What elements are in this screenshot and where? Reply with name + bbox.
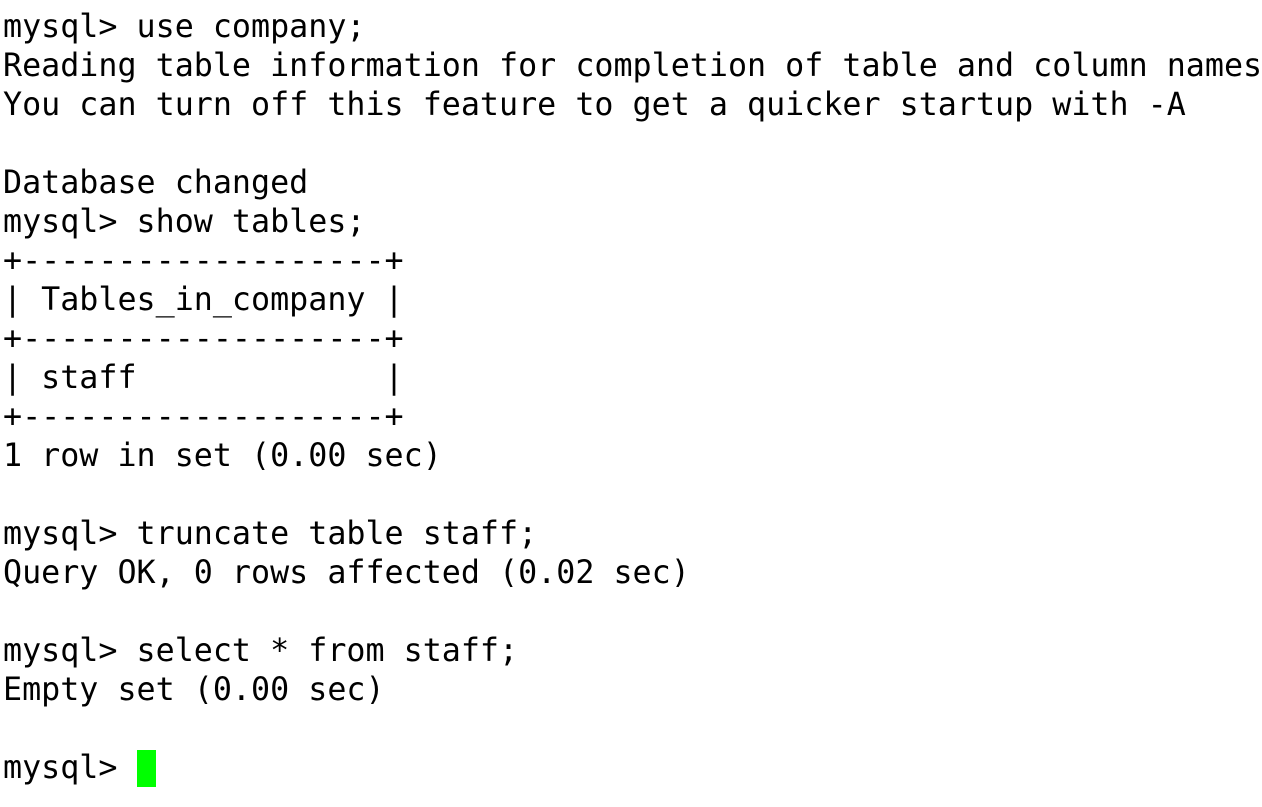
active-prompt-line[interactable]: mysql> — [3, 749, 1262, 788]
command-line: mysql> select * from staff; — [3, 633, 519, 669]
output-line: 1 row in set (0.00 sec) — [3, 438, 442, 474]
command-line: mysql> show tables; — [3, 204, 366, 240]
command-line: mysql> truncate table staff; — [3, 516, 538, 552]
table-border-line: +-------------------+ — [3, 321, 404, 357]
output-line: Database changed — [3, 165, 309, 201]
output-line: Reading table information for completion… — [3, 48, 1262, 84]
prompt-text: mysql> — [3, 750, 137, 786]
table-header-line: | Tables_in_company | — [3, 282, 404, 318]
text-cursor — [136, 750, 156, 787]
output-line: Query OK, 0 rows affected (0.02 sec) — [3, 555, 690, 591]
table-border-line: +-------------------+ — [3, 243, 404, 279]
output-line: Empty set (0.00 sec) — [3, 672, 385, 708]
table-border-line: +-------------------+ — [3, 399, 404, 435]
output-line: You can turn off this feature to get a q… — [3, 87, 1186, 123]
terminal-output[interactable]: mysql> use company; Reading table inform… — [3, 8, 1262, 788]
table-row-line: | staff | — [3, 360, 404, 396]
command-line: mysql> use company; — [3, 9, 366, 45]
